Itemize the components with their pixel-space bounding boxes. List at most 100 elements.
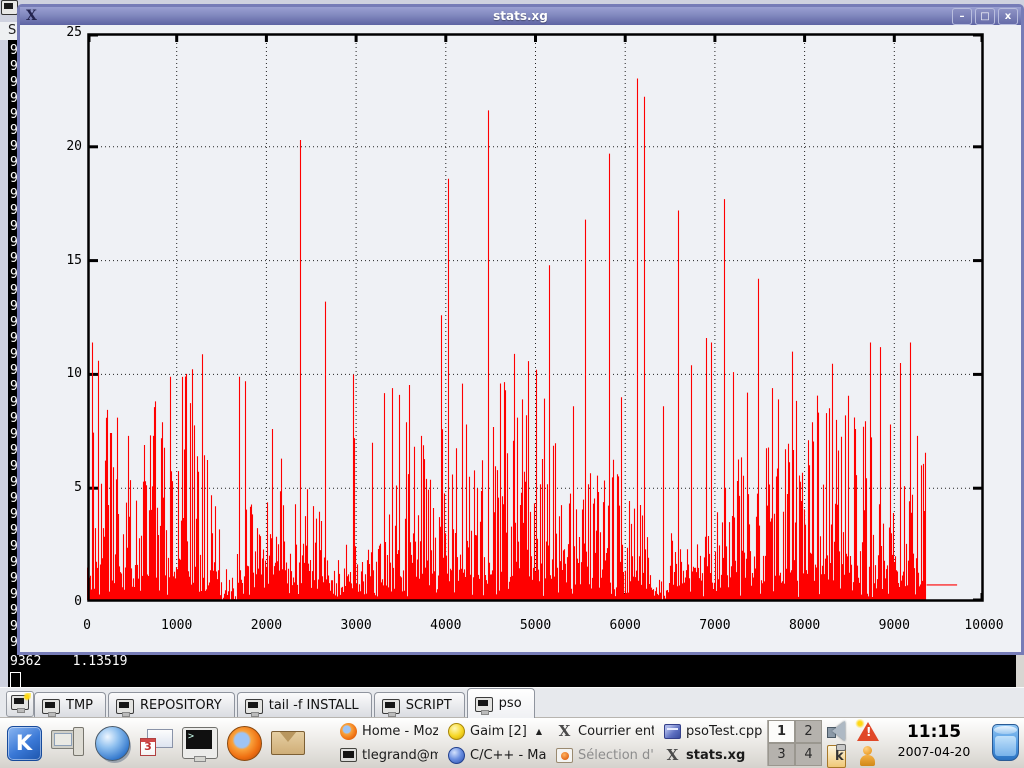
group-window-arrow-icon[interactable]: ▲: [536, 727, 542, 736]
x-tick-label: 6000: [595, 618, 655, 633]
kate-icon: [664, 724, 681, 739]
x-tick-label: 5000: [506, 618, 566, 633]
konsole-titlebar-icon: [1, 0, 18, 15]
new-session-spark-icon: [23, 693, 31, 701]
terminal-icon: [475, 697, 493, 712]
konsole-launcher[interactable]: [182, 725, 218, 761]
tab-label: REPOSITORY: [140, 698, 222, 713]
kmail-icon: [271, 731, 305, 755]
xapp-icon: X: [556, 723, 573, 740]
kmenu-launcher[interactable]: K: [6, 725, 42, 761]
alert-spark-icon: [855, 719, 865, 728]
x-tick-label: 8000: [775, 618, 835, 633]
tab-label: TMP: [66, 698, 93, 713]
terminal-icon: [42, 699, 60, 714]
terminal-icon: [382, 699, 400, 714]
pager-desktop-1[interactable]: 1: [768, 720, 795, 743]
task-label: C/C++ - Mak: [470, 748, 546, 763]
task-label: stats.xg: [686, 748, 745, 763]
x-tick-label: 1000: [147, 618, 207, 633]
close-button[interactable]: x: [998, 8, 1018, 25]
tab-label: pso: [499, 696, 522, 711]
terminal-cursor: [10, 672, 21, 688]
desktop-pager: 1234: [767, 720, 822, 766]
tab-script[interactable]: SCRIPT: [374, 692, 465, 718]
xgraph-titlebar[interactable]: X stats.xg – □ x: [20, 7, 1021, 25]
system-tray: [824, 719, 884, 768]
taskbar-item-c-c-mak[interactable]: C/C++ - Mak: [444, 744, 550, 768]
cpp-icon: [448, 747, 465, 764]
chart-plot-area[interactable]: [87, 33, 984, 602]
xgraph-window: X stats.xg – □ x 0510152025 010002000300…: [17, 4, 1024, 655]
konsole-icon: [182, 727, 218, 759]
taskbar-item-tlegrand-ma[interactable]: tlegrand@ma: [336, 744, 442, 768]
pager-desktop-2[interactable]: 2: [795, 720, 822, 743]
konsole-tabbar: TMP REPOSITORY tail -f INSTALL SCRIPT pso: [0, 687, 1024, 718]
x-tick-label: 9000: [864, 618, 924, 633]
y-tick-label: 5: [48, 480, 82, 495]
data-series: [88, 79, 958, 601]
x-tick-label: 0: [57, 618, 117, 633]
task-label: tlegrand@ma: [362, 748, 438, 763]
x-tick-label: 4000: [416, 618, 476, 633]
firefox-launcher[interactable]: [226, 725, 262, 761]
tab-label: tail -f INSTALL: [269, 698, 359, 713]
glass-icon[interactable]: [992, 724, 1019, 761]
y-tick-label: 25: [48, 25, 82, 40]
y-tick-label: 10: [48, 366, 82, 381]
maximize-button[interactable]: □: [975, 8, 995, 25]
kicker-panel: K Home - Mozill Gaim [2] ▲ X Courrier entr ps…: [0, 717, 1024, 768]
xapp-icon: X: [664, 747, 681, 764]
task-label: psoTest.cpp: [686, 724, 762, 739]
tab-tmp[interactable]: TMP: [34, 692, 106, 718]
clock-date: 2007-04-20: [884, 743, 984, 761]
task-label: Courrier entr: [578, 724, 654, 739]
firefox-icon: [227, 726, 262, 761]
y-tick-label: 20: [48, 139, 82, 154]
system-launcher[interactable]: [50, 725, 86, 761]
desktop: S 9. 9. 9. 9. 9. 9. 9. 9. 9. 9. 9. 9. 9.…: [0, 0, 1024, 768]
kontact-icon: [139, 726, 173, 760]
konsole-icon: [340, 748, 357, 762]
task-label: Sélection d'a: [578, 748, 654, 763]
pager-desktop-4[interactable]: 4: [795, 743, 822, 766]
window-title: stats.xg: [20, 9, 1021, 23]
taskbar-item-home-mozill[interactable]: Home - Mozill: [336, 720, 442, 744]
tab-repository[interactable]: REPOSITORY: [108, 692, 235, 718]
volume-tray-icon[interactable]: [825, 720, 851, 743]
y-tick-label: 0: [48, 594, 82, 609]
klipper-tray-icon[interactable]: [827, 745, 846, 768]
kontact-launcher[interactable]: [138, 725, 174, 761]
terminal-output-line: 9362 1.13519: [10, 654, 127, 670]
taskbar-item-courrier-entr[interactable]: X Courrier entr: [552, 720, 658, 744]
x11-app-icon: X: [26, 8, 37, 24]
task-label: Gaim [2]: [470, 724, 527, 739]
konqueror-launcher[interactable]: [94, 725, 130, 761]
tab-pso[interactable]: pso: [467, 688, 535, 718]
kmail-launcher[interactable]: [270, 725, 306, 761]
terminal-icon: [245, 699, 263, 714]
terminal-icon: [116, 699, 134, 714]
taskbar-item-s-lection-d-a[interactable]: Sélection d'a: [552, 744, 658, 768]
new-session-button[interactable]: [6, 691, 34, 717]
x-tick-label: 3000: [326, 618, 386, 633]
x-tick-label: 2000: [236, 618, 296, 633]
pager-desktop-3[interactable]: 3: [768, 743, 795, 766]
tab-tail--f-install[interactable]: tail -f INSTALL: [237, 692, 372, 718]
gaim-icon: [448, 723, 465, 740]
konqueror-icon: [95, 726, 130, 761]
buddy-tray-icon[interactable]: [855, 745, 881, 768]
system-icon: [51, 726, 85, 760]
tab-label: SCRIPT: [406, 698, 452, 713]
alert-tray-icon[interactable]: [855, 720, 881, 743]
taskbar-item-gaim-2-[interactable]: Gaim [2] ▲: [444, 720, 550, 744]
taskbar-item-stats-xg[interactable]: Xstats.xg: [660, 744, 766, 768]
minimize-button[interactable]: –: [952, 8, 972, 25]
firefox-icon: [340, 723, 357, 740]
clock-time: 11:15: [884, 721, 984, 743]
konsole-menu-fragment[interactable]: S: [8, 23, 16, 38]
taskbar-item-psotest-cpp[interactable]: psoTest.cpp: [660, 720, 766, 744]
x-tick-label: 10000: [954, 618, 1014, 633]
panel-clock[interactable]: 11:15 2007-04-20: [884, 721, 984, 761]
x-tick-label: 7000: [685, 618, 745, 633]
